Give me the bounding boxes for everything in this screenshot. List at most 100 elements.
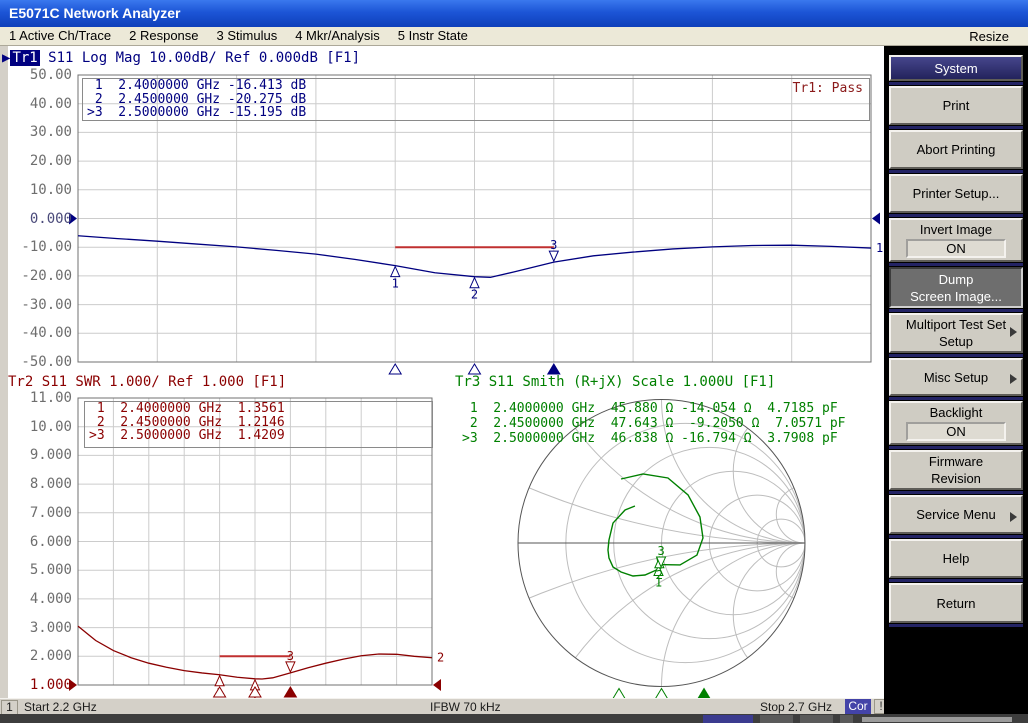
window-left-border: [0, 46, 8, 698]
y-tick: 0.000: [8, 212, 72, 226]
softkey-help[interactable]: Help: [889, 539, 1023, 578]
marker-row: 2 2.4500000 GHz 47.643 Ω -9.2050 Ω 7.057…: [458, 416, 846, 431]
trace1-marker-table: 1 2.4000000 GHz -16.413 dB 2 2.4500000 G…: [82, 78, 870, 121]
y-tick: 8.000: [8, 477, 72, 491]
softkey-separator: [889, 446, 1023, 449]
svg-text:1: 1: [876, 241, 883, 255]
taskbar-cell: [840, 715, 853, 723]
softkey-printer-setup[interactable]: Printer Setup...: [889, 174, 1023, 213]
softkey-label: Revision: [891, 470, 1021, 487]
taskbar-cell-active: [703, 715, 753, 723]
trace3-marker-table: 1 2.4000000 GHz 45.880 Ω -14.054 Ω 4.718…: [458, 401, 846, 446]
status-bar: 1 Start 2.2 GHz IFBW 70 kHz Stop 2.7 GHz…: [0, 698, 884, 714]
softkey-multiport-test-set-setup[interactable]: Multiport Test SetSetup: [889, 313, 1023, 353]
softkey-label: Multiport Test Set: [891, 316, 1021, 333]
submenu-arrow-icon: [1010, 374, 1017, 384]
correction-badge: Cor: [845, 699, 871, 714]
softkey-label: Firmware: [891, 453, 1021, 470]
y-tick: -10.00: [8, 240, 72, 254]
softkey-service-menu[interactable]: Service Menu: [889, 495, 1023, 534]
network-analyzer-window: { "window": { "title": "E5071C Network A…: [0, 0, 1028, 723]
stop-frequency: Stop 2.7 GHz: [760, 700, 832, 714]
window-title: E5071C Network Analyzer: [9, 5, 180, 21]
y-tick: 10.00: [8, 420, 72, 434]
softkey-print[interactable]: Print: [889, 86, 1023, 125]
softkey-toggle-value[interactable]: ON: [906, 239, 1006, 258]
taskbar-cell: [760, 715, 793, 723]
softkey-separator: [889, 263, 1023, 266]
marker-row: 1 2.4000000 GHz 1.3561: [85, 402, 432, 416]
softkey-label: Misc Setup: [891, 369, 1021, 386]
softkey-label: Dump: [891, 271, 1021, 288]
softkey-toggle-value[interactable]: ON: [906, 422, 1006, 441]
softkey-return[interactable]: Return: [889, 583, 1023, 623]
softkey-label: Help: [891, 550, 1021, 567]
taskbar-cell: [800, 715, 833, 723]
softkey-separator: [889, 214, 1023, 217]
window-titlebar: E5071C Network Analyzer: [0, 0, 1028, 27]
menu-item-3[interactable]: 3 Stimulus: [208, 27, 287, 43]
svg-text:2: 2: [656, 568, 663, 582]
trace1-chip: Tr1: [10, 50, 39, 66]
marker-row: 2 2.4500000 GHz 1.2146: [85, 416, 432, 430]
svg-text:2: 2: [437, 651, 444, 665]
y-tick: 5.000: [8, 563, 72, 577]
y-tick: 11.00: [8, 391, 72, 405]
clock-cell: [862, 717, 1012, 722]
softkey-separator: [889, 535, 1023, 538]
softkey-label: Abort Printing: [891, 141, 1021, 158]
bottom-status-strip: [0, 714, 1028, 723]
softkey-separator: [889, 170, 1023, 173]
softkey-separator: [889, 397, 1023, 400]
limit-test-status: Tr1: Pass: [793, 81, 863, 96]
submenu-arrow-icon: [1010, 512, 1017, 522]
softkey-label: Setup: [891, 333, 1021, 350]
svg-text:1: 1: [392, 277, 399, 291]
softkey-separator: [889, 82, 1023, 85]
y-tick: 4.000: [8, 592, 72, 606]
y-tick: 2.000: [8, 649, 72, 663]
softkey-label: Return: [891, 595, 1021, 612]
softkey-separator: [889, 126, 1023, 129]
softkey-label: Printer Setup...: [891, 185, 1021, 202]
marker-row: 1 2.4000000 GHz -16.413 dB: [83, 79, 869, 93]
softkey-label: Service Menu: [891, 506, 1021, 523]
softkey-system[interactable]: System: [889, 55, 1023, 81]
menu-item-5[interactable]: 5 Instr State: [389, 27, 477, 43]
trace2-marker-table: 1 2.4000000 GHz 1.3561 2 2.4500000 GHz 1…: [84, 401, 433, 448]
y-tick: -20.00: [8, 269, 72, 283]
y-tick: -30.00: [8, 298, 72, 312]
softkey-invert-image[interactable]: Invert ImageON: [889, 218, 1023, 262]
menu-item-1[interactable]: 1 Active Ch/Trace: [0, 27, 120, 43]
softkey-separator: [889, 491, 1023, 494]
trace1-header[interactable]: ▶Tr1 S11 Log Mag 10.00dB/ Ref 0.000dB [F…: [2, 50, 360, 66]
softkey-label: Screen Image...: [891, 288, 1021, 305]
y-tick: 1.000: [8, 678, 72, 692]
submenu-arrow-icon: [1010, 327, 1017, 337]
trace2-header[interactable]: Tr2 S11 SWR 1.000/ Ref 1.000 [F1]: [8, 374, 286, 390]
svg-text:3: 3: [287, 649, 294, 663]
softkey-backlight[interactable]: BacklightON: [889, 401, 1023, 445]
softkey-separator: [889, 579, 1023, 582]
softkey-label: Backlight: [891, 404, 1021, 421]
marker-row: 2 2.4500000 GHz -20.275 dB: [83, 93, 869, 107]
softkey-firmware-revision[interactable]: FirmwareRevision: [889, 450, 1023, 490]
softkey-dump-screen-image[interactable]: DumpScreen Image...: [889, 267, 1023, 308]
softkey-label: System: [891, 60, 1021, 77]
softkey-label: Invert Image: [891, 221, 1021, 238]
y-tick: 7.000: [8, 506, 72, 520]
softkey-abort-printing[interactable]: Abort Printing: [889, 130, 1023, 169]
menu-item-2[interactable]: 2 Response: [120, 27, 207, 43]
start-frequency: Start 2.2 GHz: [24, 700, 97, 714]
marker-row: >3 2.5000000 GHz -15.195 dB: [83, 106, 869, 120]
softkey-separator: [889, 624, 1023, 627]
softkey-separator: [889, 354, 1023, 357]
menu-item-resize[interactable]: Resize: [960, 28, 1018, 44]
menu-item-4[interactable]: 4 Mkr/Analysis: [286, 27, 389, 43]
trace3-header[interactable]: Tr3 S11 Smith (R+jX) Scale 1.000U [F1]: [455, 374, 775, 390]
marker-row: >3 2.5000000 GHz 46.838 Ω -16.794 Ω 3.79…: [458, 431, 846, 446]
softkey-misc-setup[interactable]: Misc Setup: [889, 358, 1023, 396]
menu-bar: 1 Active Ch/Trace2 Response3 Stimulus4 M…: [0, 27, 1028, 46]
channel-indicator: 1: [1, 700, 18, 715]
softkey-separator: [889, 309, 1023, 312]
